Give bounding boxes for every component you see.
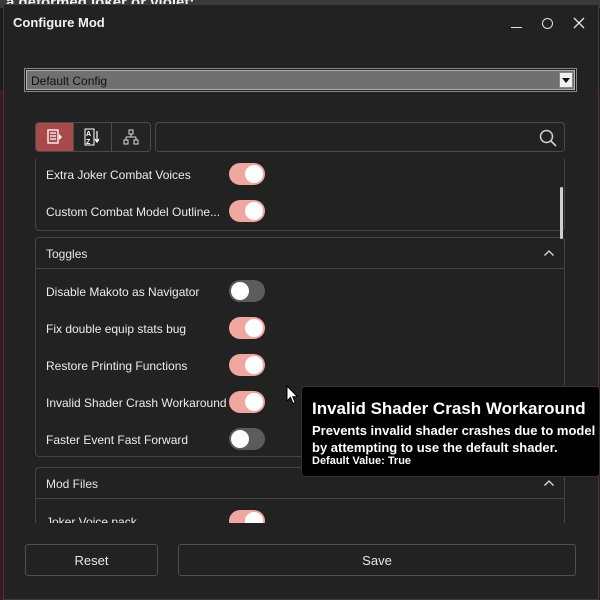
setting-toggle[interactable] [229,354,265,376]
config-dropdown-arrow[interactable] [559,72,573,88]
search-icon[interactable] [538,128,558,148]
setting-toggle[interactable] [229,317,265,339]
tooltip-description: Prevents invalid shader crashes due to m… [312,422,599,456]
minimize-icon [510,26,522,28]
setting-label: Disable Makoto as Navigator [46,285,200,299]
toggle-knob [245,319,263,337]
setting-tooltip: Invalid Shader Crash Workaround Prevents… [301,386,600,477]
tooltip-description-line-2: by attempting to use the default shader. [312,440,558,455]
chevron-down-icon [562,77,570,83]
setting-toggle[interactable] [229,280,265,302]
view-mode-toolbar: A Z [35,122,151,152]
list-view-icon [46,129,62,144]
tree-view-button[interactable] [112,123,150,151]
config-dropdown[interactable]: Default Config [26,70,575,90]
toggle-knob [245,393,263,411]
toggle-knob [245,512,263,523]
maximize-icon [541,17,553,29]
window-title: Configure Mod [13,15,105,30]
list-scrollbar[interactable] [560,187,563,239]
setting-row[interactable]: Custom Combat Model Outline... [36,194,565,231]
setting-label: Extra Joker Combat Voices [46,168,191,182]
setting-label: Restore Printing Functions [46,359,188,373]
toggle-knob [245,356,263,374]
config-dropdown-frame: Default Config [24,68,577,92]
setting-label: Faster Event Fast Forward [46,433,189,447]
list-view-button[interactable] [36,123,74,151]
sort-alphabetical-icon: A Z [84,128,99,146]
save-button[interactable]: Save [178,544,576,576]
tooltip-default-value: Default Value: True [312,455,411,467]
settings-section-general: Extra Joker Combat Voices Custom Combat … [35,159,565,231]
tooltip-description-line-1: Prevents invalid shader crashes due to m… [312,423,599,438]
mouse-cursor-icon [286,385,299,405]
config-dropdown-value: Default Config [31,74,108,88]
setting-label: Joker Voice pack [46,515,137,523]
toggle-knob [231,430,249,448]
setting-row[interactable]: Extra Joker Combat Voices [36,159,565,194]
svg-text:A: A [86,131,91,138]
tooltip-default-text: True [387,455,412,467]
maximize-button[interactable] [532,11,562,35]
section-title: Mod Files [46,477,99,491]
setting-label: Invalid Shader Crash Workaround [46,396,227,410]
reset-button[interactable]: Reset [25,544,158,576]
setting-toggle[interactable] [229,510,265,523]
setting-row[interactable]: Joker Voice pack [36,504,565,523]
setting-toggle[interactable] [229,428,265,450]
setting-toggle[interactable] [229,200,265,222]
toggle-knob [245,165,263,183]
title-bar[interactable]: Configure Mod [4,5,598,39]
chevron-up-icon[interactable] [544,480,554,486]
tooltip-default-label: Default Value: [312,455,385,467]
setting-label: Custom Combat Model Outline... [46,205,221,219]
screen: a deformed joker or violet: Configure Mo… [0,0,600,600]
tooltip-title: Invalid Shader Crash Workaround [312,399,586,418]
close-button[interactable] [564,11,594,35]
setting-toggle[interactable] [229,391,265,413]
setting-label: Fix double equip stats bug [46,322,187,336]
setting-toggle[interactable] [229,163,265,185]
setting-row[interactable]: Restore Printing Functions [36,348,565,385]
chevron-up-icon[interactable] [544,250,554,256]
setting-row[interactable]: Disable Makoto as Navigator [36,274,565,311]
tree-view-icon [123,129,139,145]
minimize-button[interactable] [501,11,531,35]
toggle-knob [231,282,249,300]
sort-alphabetical-button[interactable]: A Z [74,123,112,151]
configure-mod-dialog: Configure Mod Default Config A Z Extra J… [3,4,599,600]
search-input[interactable] [155,122,565,152]
section-header-toggles[interactable]: Toggles [36,238,564,269]
setting-row[interactable]: Fix double equip stats bug [36,311,565,348]
section-title: Toggles [46,247,88,261]
close-icon [573,17,585,29]
toggle-knob [245,202,263,220]
